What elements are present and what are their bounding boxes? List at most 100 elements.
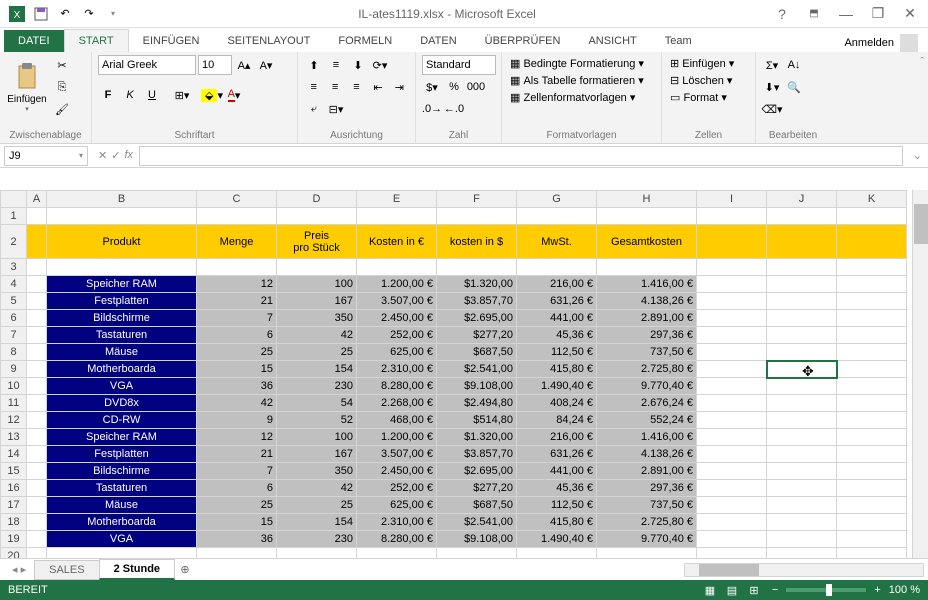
col-header-K[interactable]: K [837, 191, 907, 208]
cell-mwst[interactable]: 631,26 € [517, 446, 597, 463]
row-header[interactable]: 11 [1, 395, 27, 412]
cell-kosten-e[interactable]: 2.310,00 € [357, 514, 437, 531]
format-as-table-button[interactable]: ▦ Als Tabelle formatieren ▾ [508, 72, 655, 89]
cell-preis[interactable]: 230 [277, 378, 357, 395]
delete-cells-button[interactable]: ⊟ Löschen ▾ [668, 72, 749, 89]
zoom-slider[interactable] [786, 588, 866, 592]
align-right-icon[interactable]: ≡ [347, 77, 366, 97]
cell-kosten-d[interactable]: $277,20 [437, 480, 517, 497]
cell-mwst[interactable]: 112,50 € [517, 497, 597, 514]
cell-kosten-e[interactable]: 3.507,00 € [357, 293, 437, 310]
row-header[interactable]: 3 [1, 259, 27, 276]
cell-j13[interactable] [767, 429, 837, 446]
tab-einfuegen[interactable]: EINFÜGEN [129, 30, 214, 52]
cell-preis[interactable]: 167 [277, 446, 357, 463]
tab-seitenlayout[interactable]: SEITENLAYOUT [213, 30, 324, 52]
cell-j9[interactable] [767, 361, 837, 378]
cell-product[interactable]: Mäuse [47, 344, 197, 361]
cell[interactable] [47, 208, 197, 225]
align-middle-icon[interactable]: ≡ [326, 55, 346, 75]
italic-button[interactable]: K [120, 85, 140, 105]
fill-color-icon[interactable]: ⬙▾ [202, 85, 222, 105]
row-header[interactable]: 10 [1, 378, 27, 395]
cell-kosten-e[interactable]: 252,00 € [357, 480, 437, 497]
grid-area[interactable]: ABCDEFGHIJK12ProduktMengePreispro StückK… [0, 190, 912, 558]
cell-mwst[interactable]: 45,36 € [517, 327, 597, 344]
decrease-indent-icon[interactable]: ⇤ [368, 77, 387, 97]
cell-gesamt[interactable]: 2.891,00 € [597, 463, 697, 480]
cell-product[interactable]: Bildschirme [47, 463, 197, 480]
border-icon[interactable]: ⊞▾ [172, 85, 192, 105]
row-header[interactable]: 6 [1, 310, 27, 327]
cell-kosten-e[interactable]: 2.450,00 € [357, 463, 437, 480]
paste-button[interactable]: Einfügen ▾ [6, 55, 48, 119]
cell-kosten-d[interactable]: $1.320,00 [437, 276, 517, 293]
decrease-decimal-icon[interactable]: ←.0 [444, 99, 464, 119]
underline-button[interactable]: U [142, 85, 162, 105]
cell-preis[interactable]: 100 [277, 429, 357, 446]
conditional-formatting-button[interactable]: ▦ Bedingte Formatierung ▾ [508, 55, 655, 72]
page-break-view-icon[interactable]: ⊞ [744, 582, 764, 598]
cell-menge[interactable]: 12 [197, 276, 277, 293]
row-header[interactable]: 20 [1, 548, 27, 559]
cell-product[interactable]: Mäuse [47, 497, 197, 514]
cell-kosten-e[interactable]: 8.280,00 € [357, 378, 437, 395]
row-header[interactable]: 16 [1, 480, 27, 497]
cell-kosten-d[interactable]: $514,80 [437, 412, 517, 429]
cell-preis[interactable]: 154 [277, 361, 357, 378]
increase-font-icon[interactable]: A▴ [234, 55, 254, 75]
header-kosten-e[interactable]: Kosten in € [357, 225, 437, 259]
cell-mwst[interactable]: 415,80 € [517, 361, 597, 378]
cell-preis[interactable]: 154 [277, 514, 357, 531]
tab-start[interactable]: START [64, 29, 129, 52]
currency-icon[interactable]: $▾ [422, 77, 442, 97]
cell-gesamt[interactable]: 297,36 € [597, 327, 697, 344]
cell-kosten-e[interactable]: 468,00 € [357, 412, 437, 429]
login-area[interactable]: Anmelden [844, 34, 924, 52]
tab-daten[interactable]: DATEN [406, 30, 470, 52]
cell-j17[interactable] [767, 497, 837, 514]
cell-menge[interactable]: 7 [197, 310, 277, 327]
cell-mwst[interactable]: 216,00 € [517, 429, 597, 446]
cell-gesamt[interactable]: 297,36 € [597, 480, 697, 497]
cell[interactable] [767, 208, 837, 225]
cell-product[interactable]: Tastaturen [47, 327, 197, 344]
cell-gesamt[interactable]: 737,50 € [597, 344, 697, 361]
cell-mwst[interactable]: 1.490,40 € [517, 531, 597, 548]
header-gesamt[interactable]: Gesamtkosten [597, 225, 697, 259]
sheet-tab-sales[interactable]: SALES [34, 560, 99, 580]
cell-kosten-d[interactable]: $2.541,00 [437, 361, 517, 378]
cell-kosten-d[interactable]: $9.108,00 [437, 378, 517, 395]
sort-filter-icon[interactable]: A↓ [784, 55, 804, 75]
col-header-G[interactable]: G [517, 191, 597, 208]
cell-gesamt[interactable]: 737,50 € [597, 497, 697, 514]
fx-icon[interactable]: fx [124, 149, 133, 162]
cell-j18[interactable] [767, 514, 837, 531]
page-layout-view-icon[interactable]: ▤ [722, 582, 742, 598]
insert-cells-button[interactable]: ⊞ Einfügen ▾ [668, 55, 749, 72]
enter-formula-icon[interactable]: ✓ [111, 149, 120, 162]
cell[interactable] [197, 208, 277, 225]
cell-kosten-e[interactable]: 2.310,00 € [357, 361, 437, 378]
formula-input[interactable] [139, 146, 903, 166]
number-format-input[interactable] [422, 55, 496, 75]
horizontal-scrollbar[interactable] [684, 563, 924, 577]
cell[interactable] [697, 208, 767, 225]
cell-kosten-d[interactable]: $277,20 [437, 327, 517, 344]
cell-j7[interactable] [767, 327, 837, 344]
percent-icon[interactable]: % [444, 77, 464, 97]
row-header[interactable]: 17 [1, 497, 27, 514]
cell-gesamt[interactable]: 2.891,00 € [597, 310, 697, 327]
tab-team[interactable]: Team [651, 30, 706, 52]
cell-gesamt[interactable]: 2.676,24 € [597, 395, 697, 412]
col-header-J[interactable]: J [767, 191, 837, 208]
row-header[interactable]: 2 [1, 225, 27, 259]
cell-menge[interactable]: 42 [197, 395, 277, 412]
fill-icon[interactable]: ⬇▾ [762, 77, 782, 97]
cell-kosten-d[interactable]: $2.695,00 [437, 463, 517, 480]
font-name-input[interactable] [98, 55, 196, 75]
tab-formeln[interactable]: FORMELN [324, 30, 406, 52]
cell-mwst[interactable]: 441,00 € [517, 463, 597, 480]
cell-mwst[interactable]: 84,24 € [517, 412, 597, 429]
cell-kosten-e[interactable]: 2.450,00 € [357, 310, 437, 327]
